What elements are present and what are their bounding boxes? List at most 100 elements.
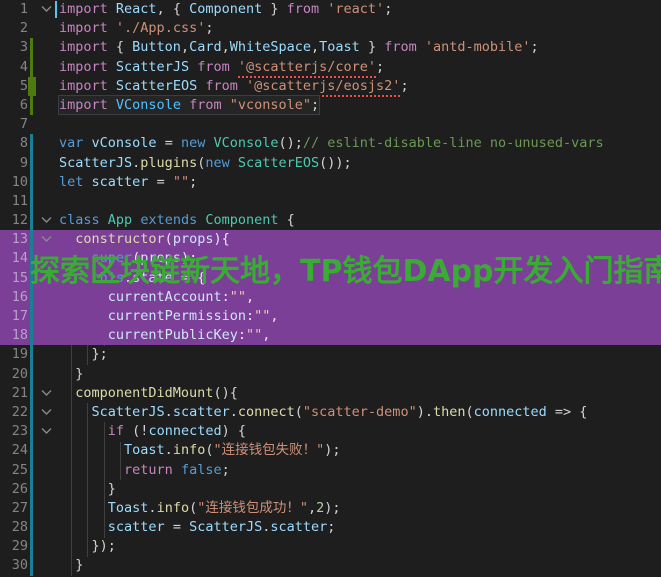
code-line[interactable]: 16 currentAccount:"", xyxy=(0,287,661,307)
line-content[interactable]: } xyxy=(55,556,661,575)
code-token: . xyxy=(164,442,173,459)
code-line[interactable]: 2 import './App.css'; xyxy=(0,19,661,38)
line-content[interactable]: if (!connected) { xyxy=(55,422,661,441)
line-number: 25 xyxy=(11,461,28,478)
fold-placeholder xyxy=(38,480,55,499)
code-token: connect xyxy=(237,403,295,420)
line-content[interactable]: import VConsole from "vconsole"; xyxy=(55,94,661,115)
code-token: App xyxy=(107,212,133,229)
chevron-down-icon[interactable] xyxy=(38,403,55,422)
code-line[interactable]: 30 } xyxy=(0,556,661,576)
code-line[interactable]: 11 xyxy=(0,191,661,212)
line-content[interactable]: super(props); xyxy=(55,249,661,268)
gutter-change-marker xyxy=(28,211,38,231)
line-content[interactable]: scatter = ScatterJS.scatter; xyxy=(55,518,661,537)
code-token: ) { xyxy=(221,423,246,440)
code-line[interactable]: 12 class App extends Component { xyxy=(0,211,661,231)
code-token: React xyxy=(115,1,157,17)
code-token: (); xyxy=(278,135,303,152)
code-token: ; xyxy=(376,58,385,75)
line-content[interactable]: import ScatterEOS from '@scatterjs/eosjs… xyxy=(55,77,661,97)
code-token: ); xyxy=(324,442,341,459)
line-content[interactable]: ScatterJS.scatter.connect("scatter-demo"… xyxy=(55,403,661,422)
code-line[interactable]: 27 Toast.info("连接钱包成功！",2); xyxy=(0,498,661,519)
gutter-change-marker xyxy=(28,38,38,58)
chevron-down-icon[interactable] xyxy=(38,211,55,230)
code-line[interactable]: 28 scatter = ScatterJS.scatter; xyxy=(0,518,661,538)
code-line[interactable]: 9 ScatterJS.plugins(new ScatterEOS()); xyxy=(0,153,661,173)
line-content[interactable]: currentPermission:"", xyxy=(55,307,661,326)
code-line[interactable]: 4 import ScatterJS from '@scatterjs/core'… xyxy=(0,57,661,78)
code-token: ( xyxy=(189,499,198,516)
code-line[interactable]: 22 ScatterJS.scatter.connect("scatter-de… xyxy=(0,402,661,423)
code-line[interactable]: 21 componentDidMount(){ xyxy=(0,383,661,403)
code-line[interactable]: 29 }); xyxy=(0,537,661,557)
code-token: ScatterJS xyxy=(91,403,165,420)
line-content[interactable]: } xyxy=(55,365,661,384)
code-line[interactable]: 3 import { Button,Card,WhiteSpace,Toast }… xyxy=(0,38,661,58)
code-line[interactable]: 24 Toast.info("连接钱包失败！"); xyxy=(0,441,661,461)
code-line[interactable]: 10 let scatter = ""; xyxy=(0,172,661,192)
line-content[interactable]: currentPublicKey:"", xyxy=(55,326,661,345)
code-line[interactable]: 8 var vConsole = new VConsole();// eslint… xyxy=(0,134,661,154)
line-content[interactable]: } xyxy=(55,480,661,499)
line-content[interactable]: import { Button,Card,WhiteSpace,Toast } … xyxy=(55,38,661,57)
line-content[interactable]: this.state = { xyxy=(55,269,661,288)
code-line[interactable]: 7 xyxy=(0,115,661,134)
code-token: constructor xyxy=(75,231,165,248)
line-content[interactable]: ScatterJS.plugins(new ScatterEOS()); xyxy=(55,154,661,173)
code-token: import xyxy=(59,20,108,37)
code-line[interactable]: 26 } xyxy=(0,479,661,499)
code-token: currentPermission xyxy=(107,308,246,324)
line-content[interactable]: componentDidMount(){ xyxy=(55,384,661,403)
code-line[interactable]: 18 currentPublicKey:"", xyxy=(0,326,661,346)
line-content[interactable]: class App extends Component { xyxy=(55,211,661,230)
chevron-down-icon[interactable] xyxy=(38,422,55,441)
editor-lines[interactable]: 1 import React, { Component } from 'react… xyxy=(0,0,661,576)
code-token: , xyxy=(245,288,255,305)
line-content[interactable]: import ScatterJS from '@scatterjs/core'; xyxy=(55,58,661,78)
code-token: "" xyxy=(254,308,271,324)
line-content[interactable]: import React, { Component } from 'react'… xyxy=(55,0,661,19)
code-line[interactable]: 17 currentPermission:"", xyxy=(0,307,661,327)
code-line[interactable]: 1 import React, { Component } from 'react… xyxy=(0,0,661,19)
gutter-change-marker xyxy=(28,345,38,365)
code-line[interactable]: 19 }; xyxy=(0,345,661,365)
text-caret xyxy=(55,1,57,18)
code-line[interactable]: 6 import VConsole from "vconsole"; xyxy=(0,94,661,116)
chevron-down-icon[interactable] xyxy=(38,0,55,19)
code-token: from xyxy=(189,96,222,113)
code-line[interactable]: 5 import ScatterEOS from '@scatterjs/eosj… xyxy=(0,76,661,97)
chevron-down-icon[interactable] xyxy=(38,230,55,249)
line-content[interactable]: import './App.css'; xyxy=(55,19,661,38)
line-content[interactable]: }); xyxy=(55,537,661,556)
line-number: 21 xyxy=(11,384,28,401)
line-content[interactable]: let scatter = ""; xyxy=(55,173,661,192)
line-content[interactable]: Toast.info("连接钱包成功！",2); xyxy=(55,499,661,518)
line-content[interactable]: }; xyxy=(55,345,661,364)
code-token: { xyxy=(278,212,295,229)
code-line[interactable]: 14 super(props); xyxy=(0,249,661,269)
code-token: ; xyxy=(189,173,198,190)
code-line[interactable]: 20 } xyxy=(0,364,661,384)
line-content[interactable]: return false; xyxy=(55,461,661,480)
code-line[interactable]: 15 this.state = { xyxy=(0,268,661,288)
code-token: { xyxy=(107,39,133,56)
code-line[interactable]: 13 constructor(props){ xyxy=(0,230,661,250)
chevron-down-icon[interactable] xyxy=(38,384,55,403)
code-line[interactable]: 23 if (!connected) { xyxy=(0,422,661,442)
line-content[interactable]: currentAccount:"", xyxy=(55,288,661,307)
line-content[interactable]: constructor(props){ xyxy=(55,230,661,249)
line-content[interactable]: Toast.info("连接钱包失败！"); xyxy=(55,441,661,460)
line-number: 17 xyxy=(11,308,28,324)
code-line[interactable]: 25 return false; xyxy=(0,460,661,480)
code-editor[interactable]: 1 import React, { Component } from 'react… xyxy=(0,0,661,577)
line-number: 8 xyxy=(19,135,28,152)
code-token: info xyxy=(156,499,190,516)
line-content[interactable]: var vConsole = new VConsole();// eslint-… xyxy=(55,134,661,153)
